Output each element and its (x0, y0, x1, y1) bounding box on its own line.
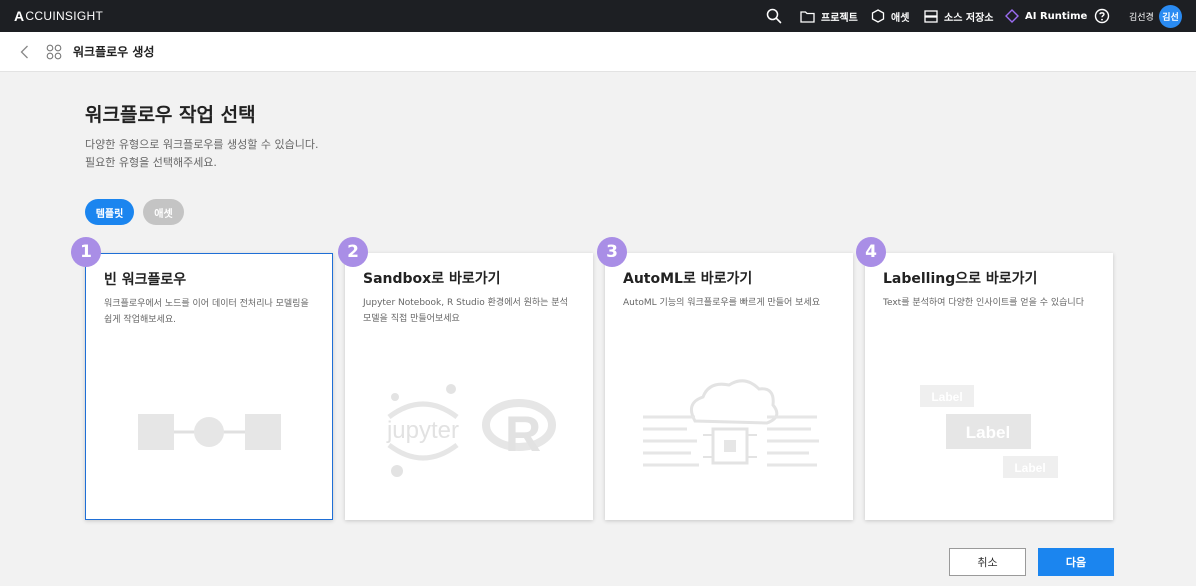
description-line: 필요한 유형을 선택해주세요. (85, 156, 217, 169)
cancel-button[interactable]: 취소 (949, 548, 1026, 576)
top-navigation-bar: A CCUINSIGHT 프로젝트 애셋 소스 저장소 AI Runtime 김선 (0, 0, 1196, 32)
card-number-badge: 4 (856, 237, 886, 267)
jupyter-logo-text: jupyter (386, 417, 459, 444)
help-icon[interactable] (1094, 8, 1110, 24)
chevron-left-icon[interactable] (18, 44, 32, 60)
card-sandbox[interactable]: Sandbox로 바로가기 Jupyter Notebook, R Studio… (345, 253, 593, 520)
card-title: 빈 워크플로우 (104, 272, 187, 288)
filter-template-button[interactable]: 템플릿 (85, 199, 134, 225)
search-icon[interactable] (766, 8, 782, 24)
nav-item-ai-runtime[interactable]: AI Runtime (1005, 0, 1087, 32)
label-tag-text: Label (966, 423, 1010, 442)
svg-text:R: R (505, 406, 541, 462)
storage-icon (924, 9, 938, 23)
nav-item-label: 프로젝트 (821, 12, 858, 24)
label-tags-illustration: Label Label Label (920, 385, 1058, 478)
card-number-badge: 2 (338, 237, 368, 267)
sub-header: 워크플로우 생성 (0, 32, 1196, 72)
label-tag-text: Label (931, 390, 962, 404)
nav-item-asset[interactable]: 애셋 (871, 0, 909, 32)
page-title: 워크플로우 작업 선택 (85, 104, 256, 126)
filter-asset-button[interactable]: 애셋 (143, 199, 184, 225)
card-description: AutoML 기능의 워크플로우를 빠르게 만들어 보세요 (623, 298, 821, 308)
nav-item-source-repo[interactable]: 소스 저장소 (924, 0, 993, 32)
description-line: 다양한 유형으로 워크플로우를 생성할 수 있습니다. (85, 138, 319, 151)
page-breadcrumb-title: 워크플로우 생성 (73, 45, 155, 59)
diamond-icon (1005, 9, 1019, 23)
next-button[interactable]: 다음 (1038, 548, 1114, 576)
card-number-badge: 1 (71, 237, 101, 267)
nav-item-label: 애셋 (891, 12, 910, 24)
app-logo[interactable]: A CCUINSIGHT (14, 8, 103, 24)
card-description: Jupyter Notebook, R Studio 환경에서 원하는 분석 모… (363, 298, 568, 324)
jupyter-r-illustration: jupyter R (386, 384, 556, 477)
card-labelling[interactable]: Labelling으로 바로가기 Text를 분석하여 다양한 인사이트를 얻을… (865, 253, 1113, 520)
card-description: 워크플로우에서 노드를 이어 데이터 전처리나 모델링을 쉽게 작업해보세요. (104, 299, 309, 325)
label-tag-text: Label (1014, 461, 1045, 475)
card-title: Labelling으로 바로가기 (883, 271, 1038, 287)
card-empty-workflow[interactable]: 빈 워크플로우 워크플로우에서 노드를 이어 데이터 전처리나 모델링을 쉽게 … (85, 253, 333, 520)
card-title: Sandbox로 바로가기 (363, 271, 501, 287)
workflow-icon (46, 44, 62, 60)
logo-mark: A (14, 8, 25, 24)
card-automl[interactable]: AutoML로 바로가기 AutoML 기능의 워크플로우를 빠르게 만들어 보… (605, 253, 853, 520)
user-name: 김선경 (1129, 13, 1154, 23)
card-description: Text를 분석하여 다양한 인사이트를 얻을 수 있습니다 (883, 298, 1084, 308)
nav-item-label: 소스 저장소 (944, 12, 994, 24)
cloud-chip-illustration (643, 379, 819, 467)
card-title: AutoML로 바로가기 (623, 271, 753, 287)
nav-item-project[interactable]: 프로젝트 (800, 0, 858, 32)
folder-icon (800, 10, 815, 23)
page-description: 다양한 유형으로 워크플로우를 생성할 수 있습니다. 필요한 유형을 선택해주… (85, 136, 319, 172)
logo-text: CCUINSIGHT (25, 9, 104, 23)
workflow-nodes-illustration (138, 414, 281, 450)
avatar[interactable]: 김선 (1159, 5, 1182, 28)
nav-item-label: AI Runtime (1025, 10, 1088, 22)
hexagon-icon (871, 9, 885, 23)
card-number-badge: 3 (597, 237, 627, 267)
